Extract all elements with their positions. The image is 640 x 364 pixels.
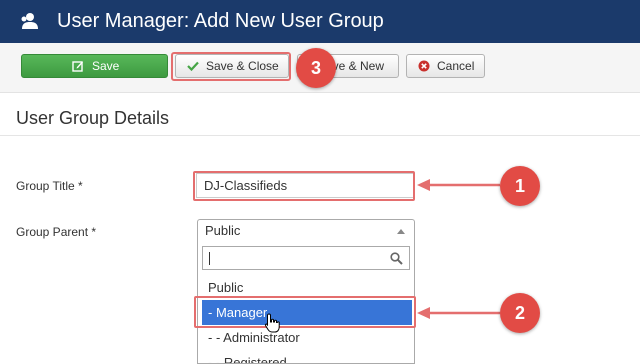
manager-option-highlight xyxy=(194,296,416,328)
dropdown-search-input[interactable] xyxy=(202,246,410,270)
hand-pointer-icon xyxy=(264,313,280,333)
cancel-button[interactable]: Cancel xyxy=(406,54,485,78)
edit-icon xyxy=(72,61,83,72)
group-parent-select[interactable]: Public xyxy=(197,219,415,243)
group-parent-label: Group Parent * xyxy=(16,225,97,239)
dropdown-option-registered[interactable]: - - Registered xyxy=(202,350,412,363)
users-icon xyxy=(21,13,38,29)
group-title-label: Group Title * xyxy=(16,179,83,193)
dropdown-option-administrator[interactable]: - - Administrator xyxy=(202,325,412,350)
annotation-badge-3: 3 xyxy=(296,48,336,88)
page-header: User Manager: Add New User Group xyxy=(0,0,640,43)
section-title: User Group Details xyxy=(16,108,170,128)
arrow-to-manager-option xyxy=(417,307,500,319)
caret-up-icon[interactable] xyxy=(397,229,405,234)
group-title-highlight xyxy=(193,171,415,201)
text-cursor xyxy=(209,252,210,265)
save-button-label: Save xyxy=(92,59,120,73)
search-icon xyxy=(390,252,403,265)
page-title: User Manager: Add New User Group xyxy=(57,10,384,32)
cancel-button-label: Cancel xyxy=(437,59,475,73)
group-parent-selected-value: Public xyxy=(205,223,241,238)
section-divider xyxy=(0,135,640,136)
annotation-badge-2: 2 xyxy=(500,293,540,333)
save-button[interactable]: Save xyxy=(21,54,168,78)
annotation-badge-1: 1 xyxy=(500,166,540,206)
cancel-icon xyxy=(418,60,430,72)
save-close-highlight xyxy=(171,52,291,81)
arrow-to-group-title xyxy=(417,179,500,191)
